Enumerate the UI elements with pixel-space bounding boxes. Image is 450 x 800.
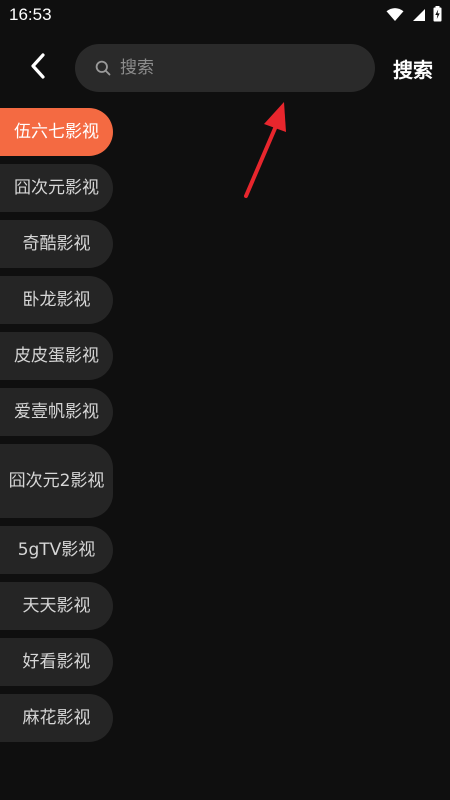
status-icons (386, 6, 442, 26)
search-button[interactable]: 搜索 (393, 54, 433, 83)
search-icon (94, 59, 112, 77)
source-list: 伍六七影视 囧次元影视 奇酷影视 卧龙影视 皮皮蛋影视 爱壹帆影视 囧次元2影视… (0, 108, 113, 750)
battery-charging-icon (433, 6, 442, 26)
source-item-3[interactable]: 奇酷影视 (0, 220, 113, 268)
source-item-9[interactable]: 天天影视 (0, 582, 113, 630)
source-item-label: 天天影视 (22, 596, 91, 616)
source-item-7[interactable]: 囧次元2影视 (0, 444, 113, 518)
source-item-5[interactable]: 皮皮蛋影视 (0, 332, 113, 380)
source-item-6[interactable]: 爱壹帆影视 (0, 388, 113, 436)
back-button[interactable] (20, 50, 56, 86)
source-item-label: 爱壹帆影视 (14, 402, 99, 422)
source-item-label: 囧次元2影视 (8, 471, 105, 491)
source-item-1[interactable]: 伍六七影视 (0, 108, 113, 156)
source-item-8[interactable]: 5gTV影视 (0, 526, 113, 574)
search-box[interactable] (75, 44, 375, 92)
annotation-arrow (244, 102, 286, 198)
source-item-4[interactable]: 卧龙影视 (0, 276, 113, 324)
search-input[interactable] (118, 47, 375, 89)
status-bar: 16:53 (0, 0, 450, 32)
signal-icon (411, 7, 426, 26)
source-item-label: 奇酷影视 (22, 234, 91, 254)
source-item-label: 5gTV影视 (17, 540, 96, 560)
source-item-label: 好看影视 (22, 652, 91, 672)
source-item-11[interactable]: 麻花影视 (0, 694, 113, 742)
source-item-10[interactable]: 好看影视 (0, 638, 113, 686)
source-item-label: 皮皮蛋影视 (14, 346, 99, 366)
source-item-label: 卧龙影视 (22, 290, 91, 310)
status-time: 16:53 (9, 5, 52, 24)
header-bar: 搜索 (0, 42, 450, 94)
wifi-icon (386, 7, 404, 26)
source-item-2[interactable]: 囧次元影视 (0, 164, 113, 212)
source-item-label: 伍六七影视 (14, 122, 99, 142)
chevron-left-icon (28, 52, 48, 84)
source-item-label: 麻花影视 (22, 708, 91, 728)
source-item-label: 囧次元影视 (14, 178, 99, 198)
